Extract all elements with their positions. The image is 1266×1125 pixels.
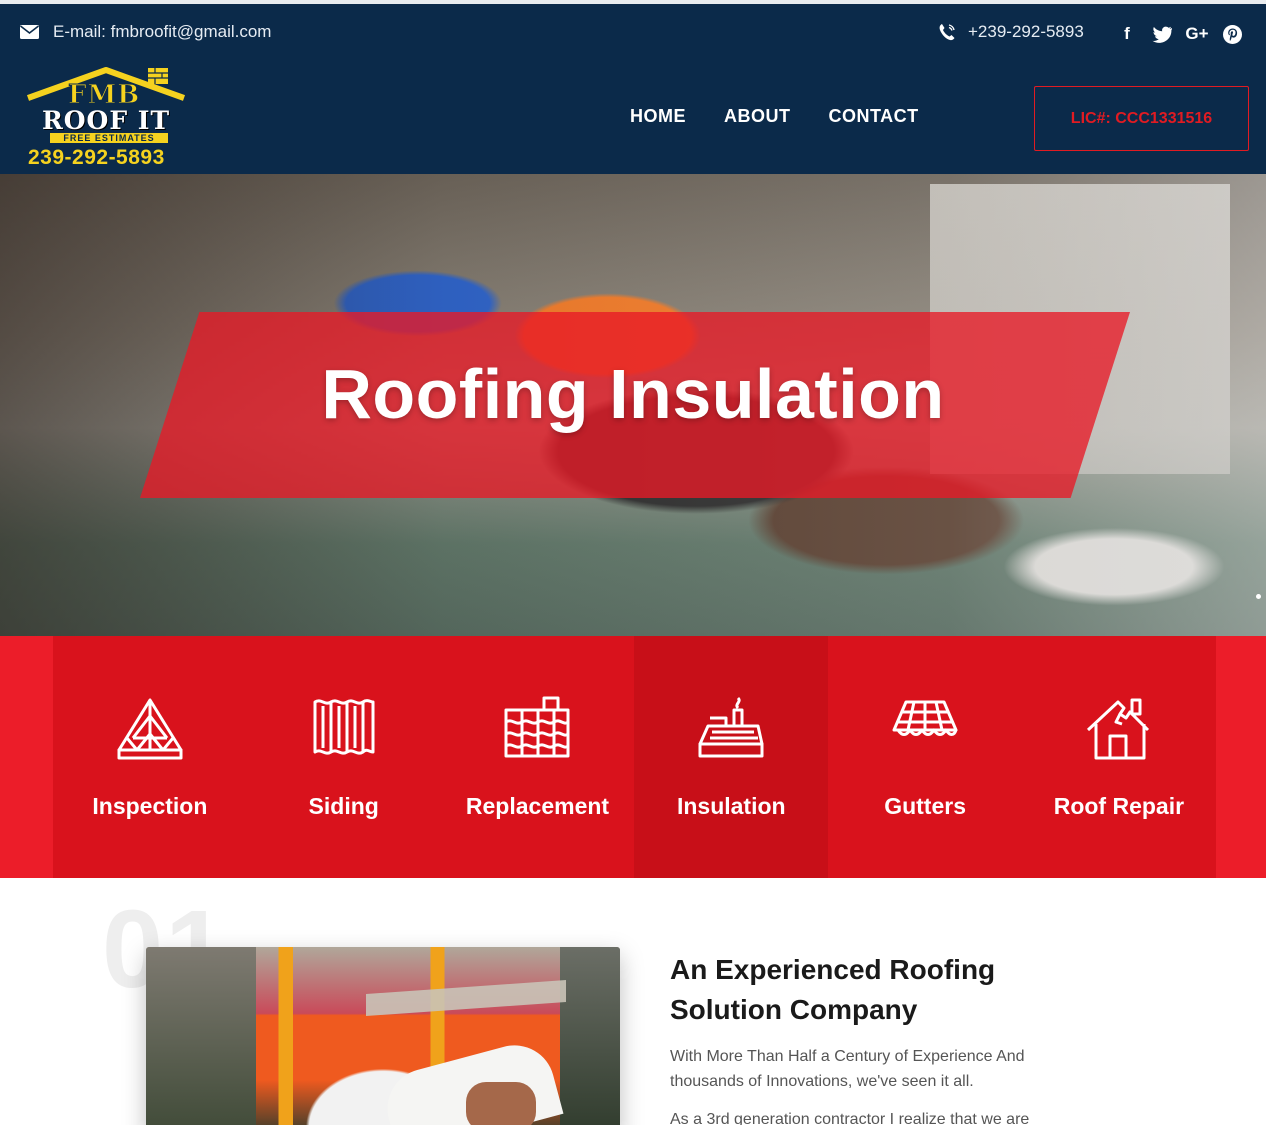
nav-contact[interactable]: CONTACT — [829, 106, 919, 127]
siding-icon — [313, 699, 375, 755]
insulation-icon — [698, 696, 764, 758]
twitter-icon[interactable] — [1152, 24, 1172, 44]
envelope-icon — [20, 25, 39, 39]
nav-about[interactable]: ABOUT — [724, 106, 791, 127]
photo-right-area — [560, 947, 620, 1125]
service-label: Roof Repair — [1053, 793, 1185, 819]
social-links: f G+ — [1117, 24, 1242, 44]
roof-truss-icon — [117, 698, 183, 760]
service-label: Insulation — [676, 793, 786, 819]
service-label: Gutters — [884, 793, 966, 819]
logo-name-main: ROOF IT — [42, 106, 171, 135]
email-contact[interactable]: E-mail: fmbroofit@gmail.com — [20, 22, 271, 42]
about-section: 01 An Experienced Roofing Solution Compa… — [0, 878, 1266, 1125]
top-bar: E-mail: fmbroofit@gmail.com +239-292-589… — [0, 8, 1266, 58]
services-list: Inspection Siding Replacement Insulation… — [53, 636, 1216, 878]
house-repair-icon — [1086, 698, 1149, 760]
about-title: An Experienced Roofing Solution Company — [670, 954, 996, 1025]
slider-dot[interactable] — [1256, 594, 1261, 599]
roof-tiles-icon — [504, 696, 570, 758]
google-plus-icon[interactable]: G+ — [1185, 24, 1208, 44]
service-label: Replacement — [465, 793, 610, 819]
about-paragraph-2: As a 3rd generation contractor I realize… — [670, 1111, 1030, 1125]
pinterest-icon[interactable] — [1222, 24, 1242, 44]
service-replacement[interactable]: Replacement — [441, 636, 635, 878]
service-label: Inspection — [92, 793, 208, 819]
nav-home[interactable]: HOME — [630, 106, 686, 127]
phone-icon — [939, 24, 955, 41]
service-siding[interactable]: Siding — [247, 636, 441, 878]
facebook-icon[interactable]: f — [1117, 24, 1137, 44]
vest-reflective-stripe — [366, 980, 566, 1016]
worker-hand — [466, 1082, 536, 1125]
logo-phone: 239-292-5893 — [28, 146, 165, 169]
logo-tagline: FREE ESTIMATES — [50, 133, 168, 143]
license-button[interactable]: LIC#: CCC1331516 — [1034, 86, 1249, 151]
about-paragraph: With More Than Half a Century of Experie… — [670, 1048, 1025, 1090]
photo-left-area — [146, 947, 256, 1125]
services-strip: Inspection Siding Replacement Insulation… — [0, 636, 1266, 878]
service-insulation[interactable]: Insulation — [634, 636, 829, 878]
service-gutters[interactable]: Gutters — [828, 636, 1022, 878]
site-logo[interactable]: FMB ROOF IT FREE ESTIMATES 239-292-5893 — [24, 66, 194, 170]
hero-banner: Roofing Insulation — [0, 174, 1266, 636]
phone-text: +239-292-5893 — [968, 22, 1084, 41]
site-header: E-mail: fmbroofit@gmail.com +239-292-589… — [0, 0, 1266, 174]
service-roof-repair[interactable]: Roof Repair — [1022, 636, 1216, 878]
service-inspection[interactable]: Inspection — [53, 636, 247, 878]
worker-photo — [146, 947, 620, 1125]
service-label: Siding — [308, 793, 379, 819]
email-text: E-mail: fmbroofit@gmail.com — [53, 22, 272, 41]
gutter-icon — [892, 700, 958, 736]
hero-title: Roofing Insulation — [321, 355, 945, 433]
main-nav: HOME ABOUT CONTACT — [630, 106, 919, 127]
phone-contact[interactable]: +239-292-5893 — [938, 22, 1084, 42]
